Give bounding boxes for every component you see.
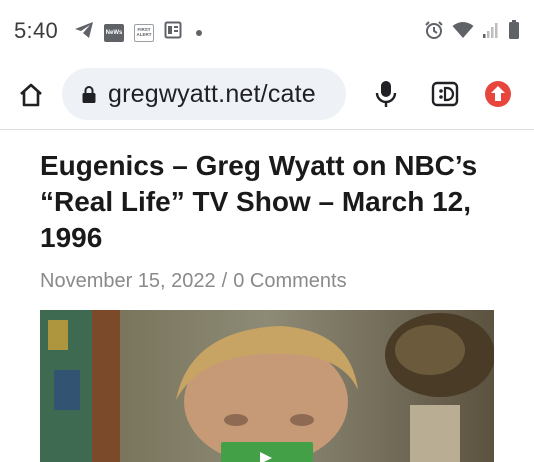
home-icon[interactable] [16,80,46,110]
status-time: 5:40 [14,18,59,43]
first-alert-icon: FIRST ALERT [134,23,154,42]
upload-icon[interactable] [482,78,514,110]
article-header: Eugenics – Greg Wyatt on NBC’s “Real Lif… [40,148,500,293]
comments-link[interactable]: 0 Comments [233,270,346,292]
notification-icons: NeWs FIRST ALERT [74,21,202,44]
browser-toolbar: gregwyatt.net/cate [0,62,534,130]
url-text: gregwyatt.net/cate [108,79,316,108]
battery-icon [508,20,520,45]
wifi-icon [452,21,474,44]
alarm-icon [424,20,444,45]
signal-icon [482,21,500,44]
news-app-icon: NeWs [104,23,124,42]
microphone-icon[interactable] [370,78,402,110]
url-bar[interactable]: gregwyatt.net/cate [62,68,346,120]
reader-icon [164,21,182,44]
system-icons [424,20,520,45]
video-thumbnail[interactable] [40,310,494,462]
notification-dot-icon [196,29,202,36]
telegram-icon [74,21,94,44]
meta-separator: / [221,270,228,292]
article-title: Eugenics – Greg Wyatt on NBC’s “Real Lif… [40,150,478,253]
status-bar: 5:40 NeWs FIRST ALERT [0,0,534,62]
lock-icon [80,84,98,104]
video-frame-image [40,310,494,462]
discord-icon[interactable] [429,78,461,110]
article-date[interactable]: November 15, 2022 [40,270,216,292]
article-meta: November 15, 2022/0 Comments [40,270,500,293]
